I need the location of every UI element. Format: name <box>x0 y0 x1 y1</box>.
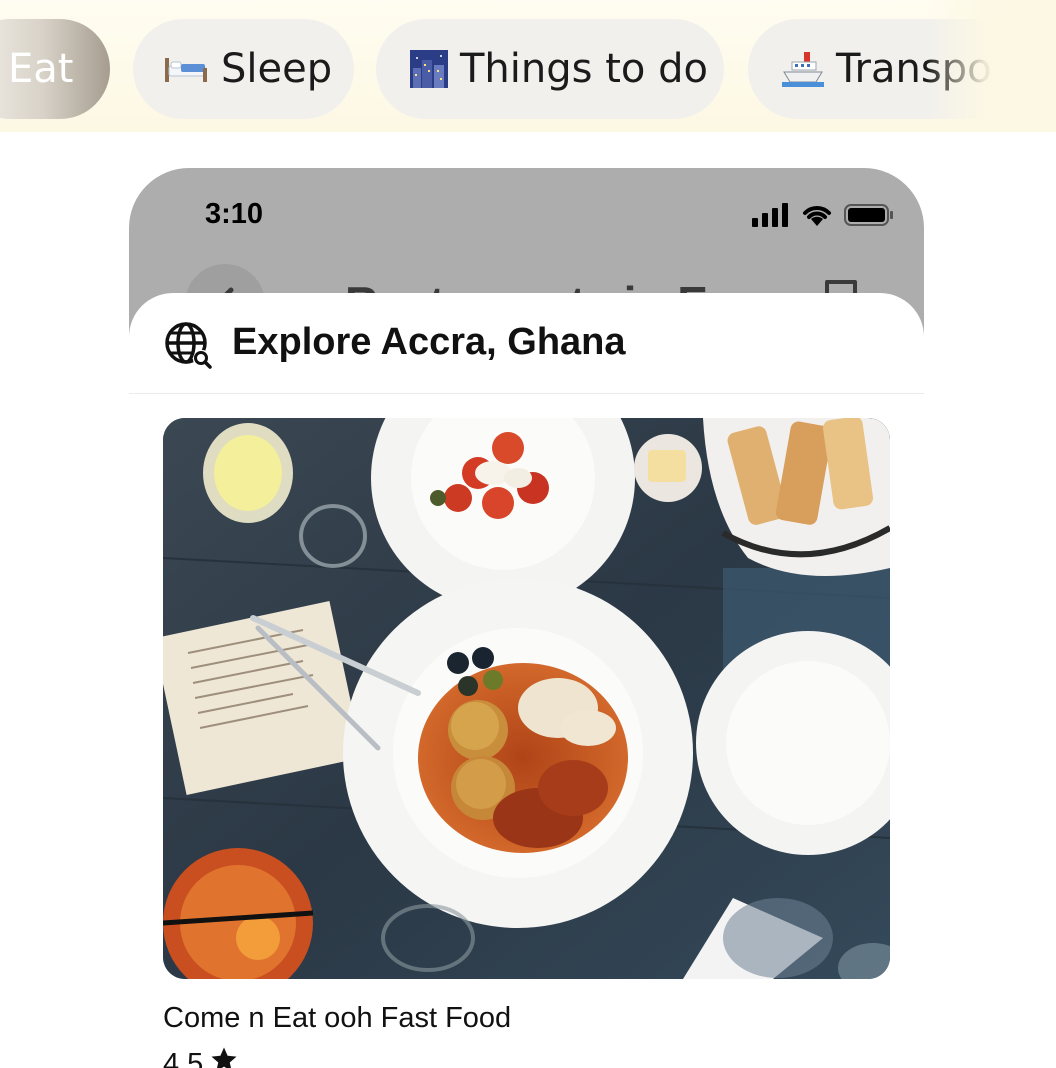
battery-icon <box>844 203 894 231</box>
category-label-sleep: Sleep <box>221 46 333 92</box>
globe-search-icon <box>164 321 214 375</box>
night-city-icon <box>410 50 448 88</box>
listing-name[interactable]: Come n Eat ooh Fast Food <box>163 1002 511 1035</box>
category-chip-eat[interactable]: Eat <box>0 19 110 119</box>
phone-frame: 3:10 R <box>129 168 924 1068</box>
ship-icon <box>782 50 824 88</box>
category-label-things-to-do: Things to do <box>460 46 708 92</box>
category-chip-things-to-do[interactable]: Things to do <box>376 19 724 119</box>
wifi-icon <box>800 202 834 232</box>
category-label-transport: Transpo <box>836 46 992 92</box>
star-icon <box>209 1045 239 1068</box>
sheet-header: Explore Accra, Ghana <box>129 293 924 394</box>
listing-photo[interactable] <box>163 418 890 979</box>
category-chip-bar: Eat Sleep Things to do Transpo <box>0 0 1056 132</box>
status-icons <box>752 202 894 232</box>
category-label-eat: Eat <box>8 46 74 92</box>
explore-sheet: Explore Accra, Ghana Come n Eat ooh Fast… <box>129 293 924 1068</box>
signal-icon <box>752 203 790 231</box>
sheet-title: Explore Accra, Ghana <box>232 321 626 363</box>
category-chip-transport[interactable]: Transpo <box>748 19 1056 119</box>
status-time: 3:10 <box>205 198 264 230</box>
bed-icon <box>163 54 209 84</box>
listing-rating: 4.5 <box>163 1045 239 1068</box>
category-chip-sleep[interactable]: Sleep <box>133 19 354 119</box>
rating-value: 4.5 <box>163 1047 204 1068</box>
